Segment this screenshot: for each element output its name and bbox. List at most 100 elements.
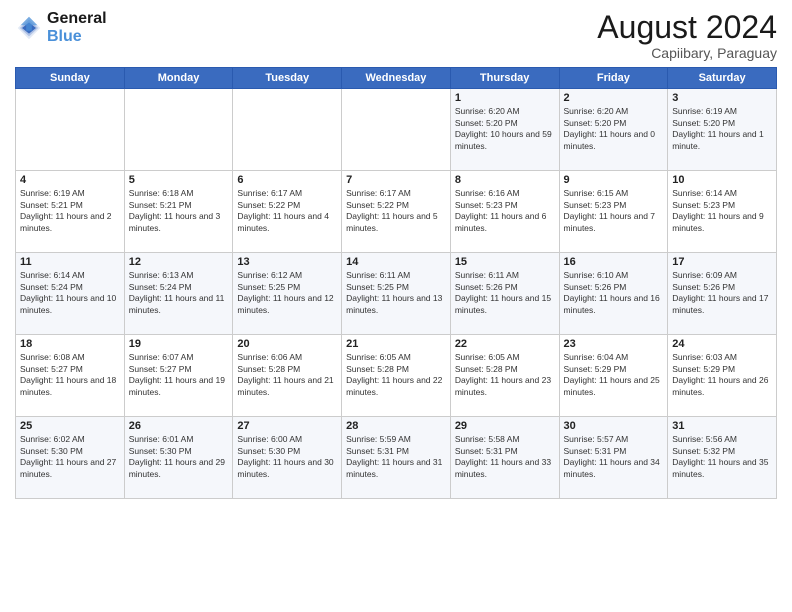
- calendar-cell: 2Sunrise: 6:20 AMSunset: 5:20 PMDaylight…: [559, 89, 668, 171]
- day-number: 24: [672, 338, 772, 350]
- calendar-cell: 14 Sunrise: 6:11 AMSunset: 5:25 PMDayligh…: [342, 253, 451, 335]
- cell-info: Sunrise: 6:18 AMSunset: 5:21 PMDaylight:…: [129, 188, 229, 234]
- week-row-3: 11Sunrise: 6:14 AMSunset: 5:24 PMDayligh…: [16, 253, 777, 335]
- calendar-cell: 13 Sunrise: 6:12 AMSunset: 5:25 PMDayligh…: [233, 253, 342, 335]
- cell-info: Sunrise: 6:02 AMSunset: 5:30 PMDaylight:…: [20, 434, 120, 480]
- calendar-cell: 3Sunrise: 6:19 AMSunset: 5:20 PMDaylight…: [668, 89, 777, 171]
- calendar-cell: [233, 89, 342, 171]
- day-number: 16: [564, 256, 664, 268]
- day-number: 17: [672, 256, 772, 268]
- cell-info: Sunrise: 6:03 AMSunset: 5:29 PMDaylight:…: [672, 352, 772, 398]
- cell-info: Sunrise: 6:19 AMSunset: 5:21 PMDaylight:…: [20, 188, 120, 234]
- logo: General Blue: [15, 10, 107, 45]
- cell-info: Sunrise: 6:05 AMSunset: 5:28 PMDaylight:…: [455, 352, 555, 398]
- week-row-2: 4 Sunrise: 6:19 AMSunset: 5:21 PMDaylight…: [16, 171, 777, 253]
- cell-info: Sunrise: 6:17 AMSunset: 5:22 PMDaylight:…: [237, 188, 337, 234]
- calendar-cell: 15Sunrise: 6:11 AMSunset: 5:26 PMDayligh…: [450, 253, 559, 335]
- calendar-cell: 19 Sunrise: 6:07 AMSunset: 5:27 PMDayligh…: [124, 335, 233, 417]
- cell-info: Sunrise: 6:14 AMSunset: 5:23 PMDaylight:…: [672, 188, 772, 234]
- cell-info: Sunrise: 6:10 AMSunset: 5:26 PMDaylight:…: [564, 270, 664, 316]
- calendar-cell: 20 Sunrise: 6:06 AMSunset: 5:28 PMDayligh…: [233, 335, 342, 417]
- cell-info: Sunrise: 5:58 AMSunset: 5:31 PMDaylight:…: [455, 434, 555, 480]
- cell-info: Sunrise: 6:06 AMSunset: 5:28 PMDaylight:…: [237, 352, 337, 398]
- cell-info: Sunrise: 6:08 AMSunset: 5:27 PMDaylight:…: [20, 352, 120, 398]
- day-number: 9: [564, 174, 664, 186]
- calendar-cell: 27 Sunrise: 6:00 AMSunset: 5:30 PMDayligh…: [233, 417, 342, 499]
- calendar-cell: 4 Sunrise: 6:19 AMSunset: 5:21 PMDaylight…: [16, 171, 125, 253]
- calendar-cell: 5 Sunrise: 6:18 AMSunset: 5:21 PMDaylight…: [124, 171, 233, 253]
- cell-info: Sunrise: 6:15 AMSunset: 5:23 PMDaylight:…: [564, 188, 664, 234]
- day-number: 19: [129, 338, 229, 350]
- weekday-header-thursday: Thursday: [450, 68, 559, 89]
- day-number: 15: [455, 256, 555, 268]
- day-number: 20: [237, 338, 337, 350]
- calendar-cell: [342, 89, 451, 171]
- calendar-cell: 17 Sunrise: 6:09 AMSunset: 5:26 PMDayligh…: [668, 253, 777, 335]
- calendar-cell: 6 Sunrise: 6:17 AMSunset: 5:22 PMDaylight…: [233, 171, 342, 253]
- cell-info: Sunrise: 6:00 AMSunset: 5:30 PMDaylight:…: [237, 434, 337, 480]
- logo-icon: [15, 14, 43, 42]
- day-number: 21: [346, 338, 446, 350]
- day-number: 11: [20, 256, 120, 268]
- day-number: 12: [129, 256, 229, 268]
- cell-info: Sunrise: 6:17 AMSunset: 5:22 PMDaylight:…: [346, 188, 446, 234]
- weekday-header-friday: Friday: [559, 68, 668, 89]
- calendar-cell: 8 Sunrise: 6:16 AMSunset: 5:23 PMDaylight…: [450, 171, 559, 253]
- weekday-header-row: SundayMondayTuesdayWednesdayThursdayFrid…: [16, 68, 777, 89]
- calendar-container: General Blue August 2024 Capiibary, Para…: [0, 0, 792, 507]
- day-number: 25: [20, 420, 120, 432]
- calendar-cell: 28Sunrise: 5:59 AMSunset: 5:31 PMDayligh…: [342, 417, 451, 499]
- weekday-header-monday: Monday: [124, 68, 233, 89]
- calendar-cell: 18 Sunrise: 6:08 AMSunset: 5:27 PMDayligh…: [16, 335, 125, 417]
- calendar-cell: 24 Sunrise: 6:03 AMSunset: 5:29 PMDayligh…: [668, 335, 777, 417]
- day-number: 18: [20, 338, 120, 350]
- calendar-cell: 16 Sunrise: 6:10 AMSunset: 5:26 PMDayligh…: [559, 253, 668, 335]
- calendar-cell: 30 Sunrise: 5:57 AMSunset: 5:31 PMDayligh…: [559, 417, 668, 499]
- day-number: 30: [564, 420, 664, 432]
- cell-info: Sunrise: 6:11 AMSunset: 5:25 PMDaylight:…: [346, 270, 446, 316]
- calendar-cell: 31Sunrise: 5:56 AMSunset: 5:32 PMDayligh…: [668, 417, 777, 499]
- cell-info: Sunrise: 6:09 AMSunset: 5:26 PMDaylight:…: [672, 270, 772, 316]
- day-number: 5: [129, 174, 229, 186]
- weekday-header-sunday: Sunday: [16, 68, 125, 89]
- week-row-4: 18 Sunrise: 6:08 AMSunset: 5:27 PMDayligh…: [16, 335, 777, 417]
- header-row: General Blue August 2024 Capiibary, Para…: [15, 10, 777, 61]
- calendar-cell: 7Sunrise: 6:17 AMSunset: 5:22 PMDaylight…: [342, 171, 451, 253]
- calendar-cell: [16, 89, 125, 171]
- day-number: 4: [20, 174, 120, 186]
- title-block: August 2024 Capiibary, Paraguay: [597, 10, 777, 61]
- day-number: 22: [455, 338, 555, 350]
- calendar-cell: 26 Sunrise: 6:01 AMSunset: 5:30 PMDayligh…: [124, 417, 233, 499]
- cell-info: Sunrise: 6:19 AMSunset: 5:20 PMDaylight:…: [672, 106, 772, 152]
- day-number: 13: [237, 256, 337, 268]
- day-number: 29: [455, 420, 555, 432]
- cell-info: Sunrise: 6:16 AMSunset: 5:23 PMDaylight:…: [455, 188, 555, 234]
- day-number: 6: [237, 174, 337, 186]
- calendar-cell: 29 Sunrise: 5:58 AMSunset: 5:31 PMDayligh…: [450, 417, 559, 499]
- cell-info: Sunrise: 6:07 AMSunset: 5:27 PMDaylight:…: [129, 352, 229, 398]
- day-number: 26: [129, 420, 229, 432]
- calendar-cell: 23Sunrise: 6:04 AMSunset: 5:29 PMDayligh…: [559, 335, 668, 417]
- cell-info: Sunrise: 6:05 AMSunset: 5:28 PMDaylight:…: [346, 352, 446, 398]
- cell-info: Sunrise: 6:01 AMSunset: 5:30 PMDaylight:…: [129, 434, 229, 480]
- day-number: 27: [237, 420, 337, 432]
- day-number: 14: [346, 256, 446, 268]
- day-number: 10: [672, 174, 772, 186]
- cell-info: Sunrise: 5:59 AMSunset: 5:31 PMDaylight:…: [346, 434, 446, 480]
- month-title: August 2024: [597, 10, 777, 45]
- calendar-cell: 22 Sunrise: 6:05 AMSunset: 5:28 PMDayligh…: [450, 335, 559, 417]
- day-number: 8: [455, 174, 555, 186]
- cell-info: Sunrise: 6:12 AMSunset: 5:25 PMDaylight:…: [237, 270, 337, 316]
- cell-info: Sunrise: 5:56 AMSunset: 5:32 PMDaylight:…: [672, 434, 772, 480]
- weekday-header-wednesday: Wednesday: [342, 68, 451, 89]
- logo-text: General Blue: [47, 10, 107, 45]
- week-row-1: 1Sunrise: 6:20 AMSunset: 5:20 PMDaylight…: [16, 89, 777, 171]
- cell-info: Sunrise: 6:13 AMSunset: 5:24 PMDaylight:…: [129, 270, 229, 316]
- day-number: 23: [564, 338, 664, 350]
- calendar-cell: 12 Sunrise: 6:13 AMSunset: 5:24 PMDayligh…: [124, 253, 233, 335]
- calendar-table: SundayMondayTuesdayWednesdayThursdayFrid…: [15, 67, 777, 499]
- cell-info: Sunrise: 5:57 AMSunset: 5:31 PMDaylight:…: [564, 434, 664, 480]
- weekday-header-saturday: Saturday: [668, 68, 777, 89]
- calendar-cell: 10 Sunrise: 6:14 AMSunset: 5:23 PMDayligh…: [668, 171, 777, 253]
- cell-info: Sunrise: 6:20 AMSunset: 5:20 PMDaylight:…: [564, 106, 664, 152]
